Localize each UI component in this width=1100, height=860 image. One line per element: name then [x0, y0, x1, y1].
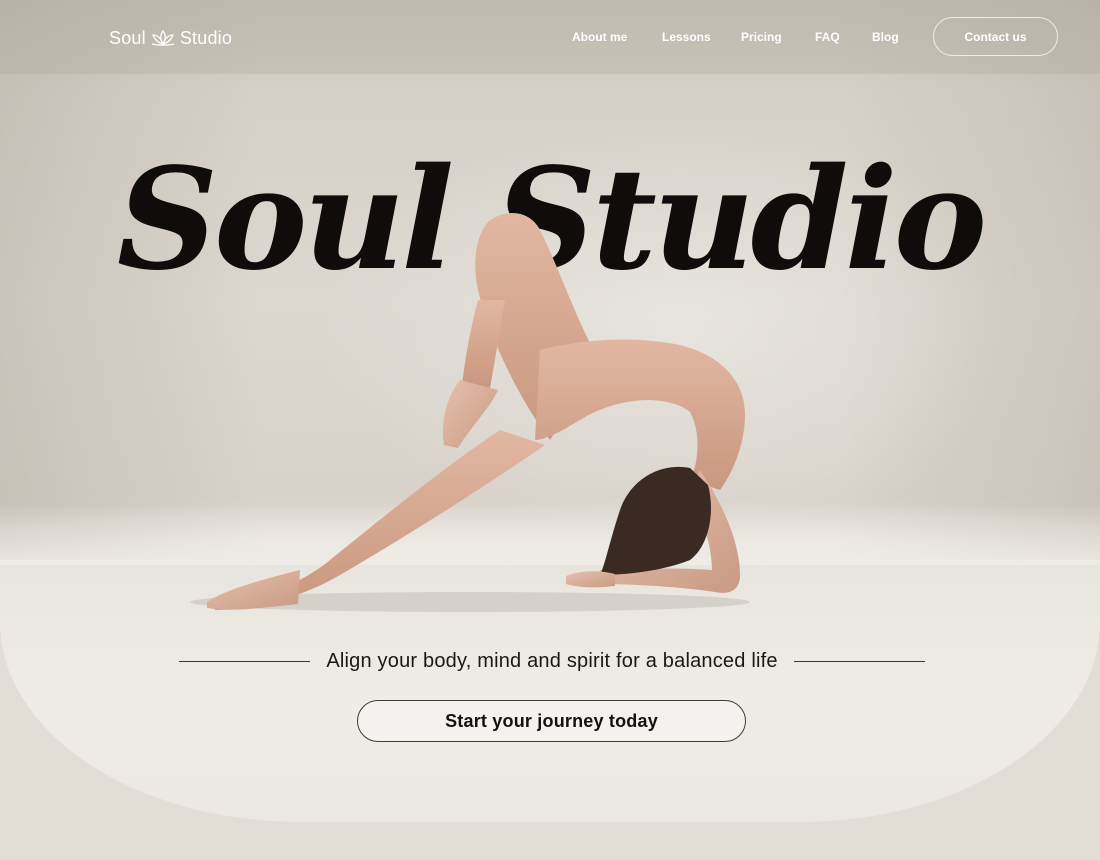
nav-blog[interactable]: Blog	[872, 30, 899, 44]
back-foot	[207, 570, 300, 610]
hero-section: Soul Studio Align your body, mind and sp…	[0, 0, 1100, 822]
brand-logo[interactable]: Soul Studio	[109, 26, 232, 50]
tagline-divider-left	[179, 660, 311, 662]
hand	[566, 571, 615, 588]
brand-word-studio: Studio	[179, 27, 233, 48]
nav-pricing[interactable]: Pricing	[741, 30, 782, 44]
contact-us-button[interactable]: Contact us	[933, 17, 1058, 56]
start-journey-button[interactable]: Start your journey today	[357, 700, 746, 742]
lotus-icon	[151, 30, 174, 46]
tagline-row: Align your body, mind and spirit for a b…	[179, 648, 926, 674]
brand-word-soul: Soul	[109, 27, 146, 48]
nav-faq[interactable]: FAQ	[815, 30, 840, 44]
nav-lessons[interactable]: Lessons	[662, 30, 711, 44]
nav-about-me[interactable]: About me	[572, 30, 627, 44]
tagline-divider-right	[793, 660, 926, 662]
hero-tagline: Align your body, mind and spirit for a b…	[326, 649, 778, 672]
torso	[535, 339, 745, 490]
yoga-practitioner-photo	[190, 212, 750, 612]
hair	[600, 466, 711, 575]
